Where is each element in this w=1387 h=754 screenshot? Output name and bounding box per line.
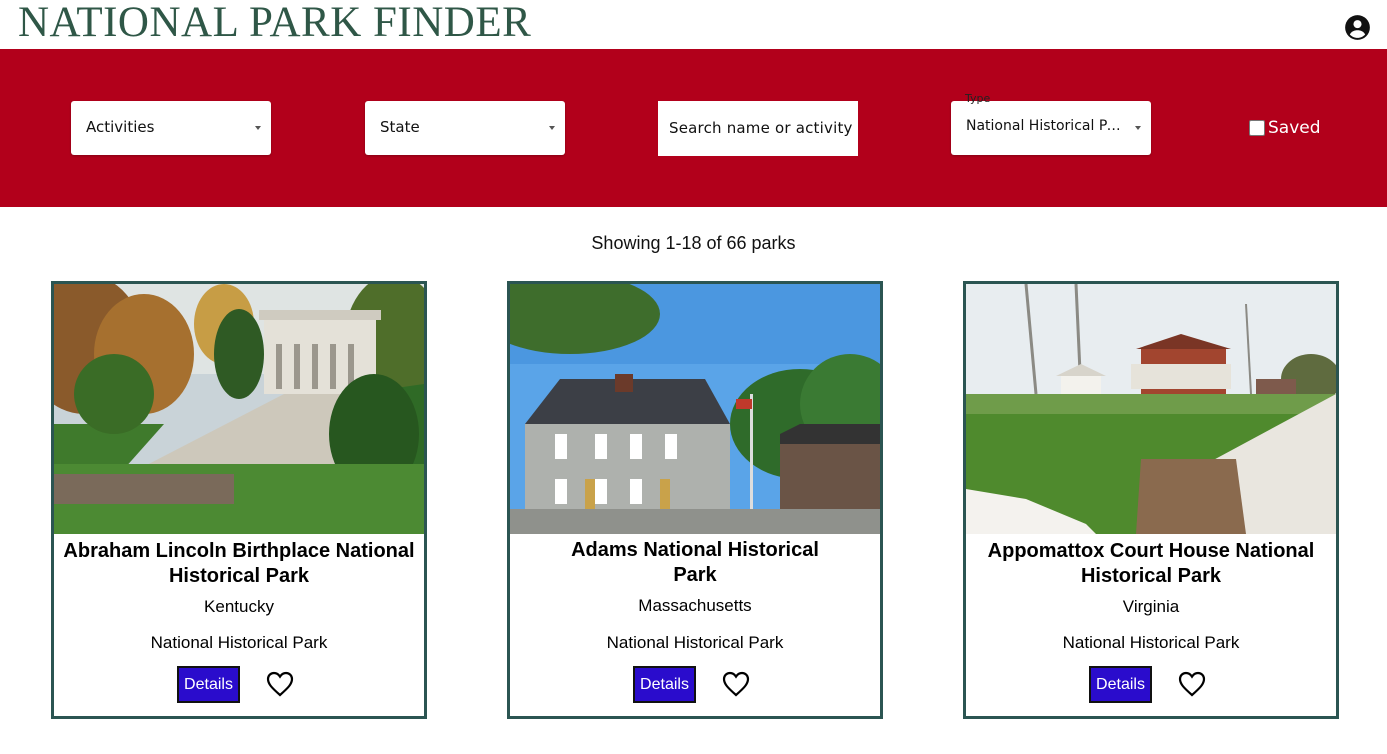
saved-checkbox[interactable] bbox=[1249, 120, 1265, 136]
park-state: Massachusetts bbox=[638, 596, 752, 615]
site-title: NATIONAL PARK FINDER bbox=[18, 0, 532, 46]
dropdown-caret-icon bbox=[1135, 126, 1141, 130]
park-name: Abraham Lincoln Birthplace National Hist… bbox=[63, 540, 415, 587]
details-button[interactable]: Details bbox=[177, 666, 240, 703]
park-photo[interactable] bbox=[966, 284, 1336, 534]
park-card: Abraham Lincoln Birthplace National Hist… bbox=[51, 281, 427, 719]
activities-select-label: Activities bbox=[86, 118, 155, 136]
park-card: Appomattox Court House National Historic… bbox=[963, 281, 1339, 719]
heart-icon[interactable] bbox=[722, 671, 750, 697]
dropdown-caret-icon bbox=[549, 126, 555, 130]
park-name: Appomattox Court House National Historic… bbox=[987, 540, 1315, 587]
park-state: Kentucky bbox=[204, 597, 274, 616]
results-summary: Showing 1-18 of 66 parks bbox=[591, 233, 796, 253]
activities-select[interactable]: Activities bbox=[71, 101, 271, 155]
state-select-label: State bbox=[380, 118, 420, 136]
top-bar: NATIONAL PARK FINDER bbox=[0, 0, 1387, 49]
park-photo[interactable] bbox=[54, 284, 424, 534]
park-type: National Historical Park bbox=[606, 633, 784, 652]
park-photo[interactable] bbox=[510, 284, 880, 534]
type-select-floating-label: Type bbox=[965, 92, 991, 105]
heart-icon[interactable] bbox=[266, 671, 294, 697]
search-input[interactable]: Search name or activity bbox=[658, 101, 858, 156]
park-name: Adams National Historical Park bbox=[571, 539, 819, 586]
type-select-value: National Historical Park bbox=[966, 118, 1124, 134]
type-select[interactable]: Type National Historical Park bbox=[951, 92, 1151, 155]
heart-icon[interactable] bbox=[1178, 671, 1206, 697]
state-select[interactable]: State bbox=[365, 101, 565, 155]
search-placeholder: Search name or activity bbox=[669, 119, 853, 137]
park-type: National Historical Park bbox=[1062, 633, 1240, 652]
filter-bar: Activities State Search name or activity… bbox=[0, 49, 1387, 207]
park-card: Adams National Historical Park Massachus… bbox=[507, 281, 883, 719]
dropdown-caret-icon bbox=[255, 126, 261, 130]
saved-filter[interactable]: Saved bbox=[1249, 118, 1321, 138]
details-button[interactable]: Details bbox=[633, 666, 696, 703]
account-circle-icon[interactable] bbox=[1344, 14, 1371, 41]
saved-label: Saved bbox=[1268, 118, 1321, 138]
details-button[interactable]: Details bbox=[1089, 666, 1152, 703]
park-state: Virginia bbox=[1122, 597, 1180, 616]
park-type: National Historical Park bbox=[150, 633, 328, 652]
